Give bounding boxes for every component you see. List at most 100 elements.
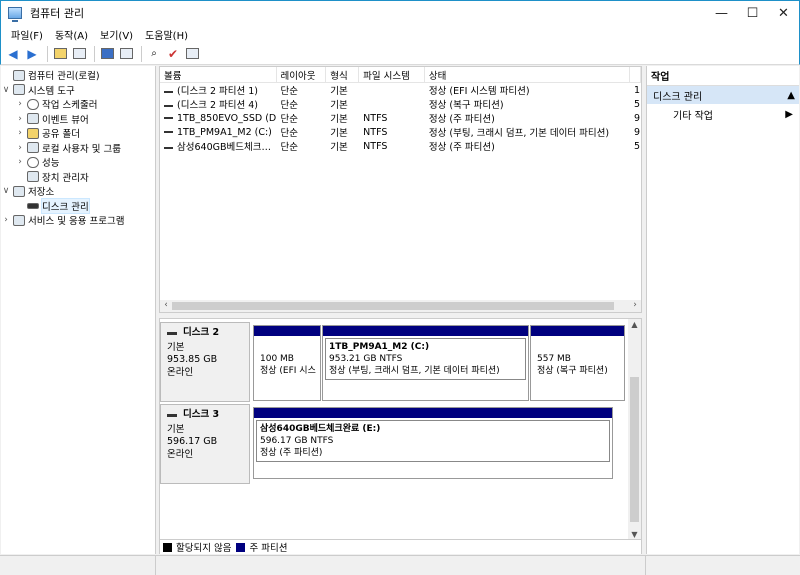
status-cell	[646, 556, 800, 575]
clock-icon	[27, 98, 39, 110]
forward-icon[interactable]: ▶	[24, 46, 40, 62]
partition-e[interactable]: 삼성640GB베드체크완료 (E:) 596.17 GB NTFS 정상 (주 파티…	[253, 407, 613, 479]
table-row[interactable]: 삼성640GB베드체크… 단순 기본 NTFS 정상 (주 파티션) 5	[160, 139, 641, 153]
legend-primary-swatch	[236, 542, 246, 552]
collapse-arrow-icon[interactable]: ›	[15, 114, 25, 124]
back-icon[interactable]: ◀	[5, 46, 21, 62]
column-volume[interactable]: 볼륨	[160, 67, 277, 82]
scroll-down-icon[interactable]: ▼	[628, 530, 641, 539]
checklist-icon[interactable]: ✔	[165, 46, 181, 62]
volume-icon	[164, 90, 173, 93]
disk-2-label[interactable]: 디스크 2 기본 953.85 GB 온라인	[160, 322, 250, 402]
partition-recovery[interactable]: 557 MB 정상 (복구 파티션)	[530, 325, 625, 401]
performance-icon	[27, 156, 39, 168]
show-hide-console-tree-icon[interactable]	[71, 46, 87, 62]
volume-list-header: 볼륨 레이아웃 형식 파일 시스템 상태	[160, 67, 641, 83]
disk-graph-view: 디스크 2 기본 953.85 GB 온라인 100 MB 정상 (EFI 시스 …	[159, 318, 642, 554]
volume-list: 볼륨 레이아웃 형식 파일 시스템 상태 (디스크 2 파티션 1) 단순 기본 정상…	[159, 66, 642, 313]
collapse-arrow-icon[interactable]: ›	[15, 128, 25, 138]
toolbar-divider	[94, 45, 95, 62]
status-cell	[156, 556, 646, 575]
minimize-button[interactable]: —	[706, 1, 737, 25]
legend-unallocated-label: 할당되지 않음	[176, 543, 232, 554]
vertical-scrollbar[interactable]: ▲ ▼	[628, 319, 641, 540]
toolbar-divider	[47, 45, 48, 62]
menu-file[interactable]: 파일(F)	[5, 27, 49, 42]
disk-view-icon[interactable]	[184, 46, 200, 62]
close-button[interactable]: ✕	[768, 1, 799, 25]
partition-efi[interactable]: 100 MB 정상 (EFI 시스	[253, 325, 321, 401]
volume-icon	[164, 131, 173, 133]
volume-icon	[164, 104, 173, 107]
legend-unallocated-swatch	[163, 542, 172, 552]
disk-3-label[interactable]: 디스크 3 기본 596.17 GB 온라인	[160, 404, 250, 484]
menu-help[interactable]: 도움말(H)	[139, 27, 194, 42]
up-folder-icon[interactable]	[52, 46, 68, 62]
shared-folder-icon	[27, 127, 39, 139]
event-viewer-icon	[27, 113, 39, 125]
column-type[interactable]: 형식	[326, 67, 360, 82]
menu-view[interactable]: 보기(V)	[94, 27, 139, 42]
disk-icon	[167, 413, 177, 417]
title-bar: 컴퓨터 관리 — ☐ ✕	[0, 0, 800, 25]
legend: 할당되지 않음 주 파티션	[160, 539, 641, 554]
column-file-system[interactable]: 파일 시스템	[359, 67, 425, 82]
scroll-up-icon[interactable]: ▲	[628, 320, 641, 329]
collapse-arrow-icon[interactable]: ›	[15, 143, 25, 153]
toolbar-divider	[141, 45, 142, 62]
column-layout[interactable]: 레이아웃	[277, 67, 327, 82]
table-row[interactable]: 1TB_850EVO_SSD (D:) 단순 기본 NTFS 정상 (주 파티션) 9	[160, 111, 641, 125]
column-status[interactable]: 상태	[425, 67, 631, 82]
storage-icon	[13, 185, 25, 197]
tree-event-viewer[interactable]: › 이벤트 뷰어	[1, 112, 155, 127]
status-bar	[0, 555, 800, 575]
expand-arrow-icon[interactable]: ∨	[1, 85, 11, 95]
device-manager-icon	[27, 171, 39, 183]
horizontal-scrollbar[interactable]: ‹ ›	[160, 300, 641, 312]
menu-action[interactable]: 동작(A)	[49, 27, 94, 42]
disk-icon	[27, 202, 39, 209]
partition-c[interactable]: 1TB_PM9A1_M2 (C:) 953.21 GB NTFS 정상 (부팅, 크…	[322, 325, 529, 401]
tree-disk-management[interactable]: 디스크 관리	[1, 197, 155, 214]
computer-management-icon	[8, 7, 22, 22]
help-icon[interactable]	[99, 46, 115, 62]
scrollbar-thumb[interactable]	[630, 377, 639, 522]
tree-performance[interactable]: › 성능	[1, 155, 155, 170]
column-capacity[interactable]	[630, 67, 641, 82]
collapse-arrow-icon[interactable]: ›	[15, 157, 25, 167]
actions-section-disk-management[interactable]: 디스크 관리 ▲	[647, 86, 799, 104]
table-row[interactable]: (디스크 2 파티션 1) 단순 기본 정상 (EFI 시스템 파티션) 1	[160, 83, 641, 97]
tree-task-scheduler[interactable]: › 작업 스케줄러	[1, 97, 155, 112]
maximize-button[interactable]: ☐	[737, 1, 768, 25]
console-tree: 컴퓨터 관리(로컬) ∨ 시스템 도구 › 작업 스케줄러 › 이벤트 뷰어 › 공유 …	[1, 66, 156, 554]
submenu-arrow-icon: ▶	[785, 108, 793, 120]
tree-system-tools[interactable]: ∨ 시스템 도구	[1, 83, 155, 98]
actions-pane: 작업 디스크 관리 ▲ 기타 작업 ▶	[646, 66, 799, 554]
legend-primary-label: 주 파티션	[249, 543, 288, 554]
connect-icon[interactable]: ⌕	[146, 46, 162, 62]
scrollbar-thumb[interactable]	[172, 302, 614, 310]
properties-icon[interactable]	[118, 46, 134, 62]
collapse-arrow-icon[interactable]: ›	[1, 215, 11, 225]
computer-icon	[13, 69, 25, 81]
tree-root[interactable]: 컴퓨터 관리(로컬)	[1, 68, 155, 83]
scroll-left-icon[interactable]: ‹	[160, 300, 172, 310]
menu-bar: 파일(F) 동작(A) 보기(V) 도움말(H)	[0, 25, 800, 43]
tree-services-apps[interactable]: › 서비스 및 응용 프로그램	[1, 213, 155, 228]
actions-header: 작업	[647, 66, 799, 86]
services-icon	[13, 214, 25, 226]
users-icon	[27, 142, 39, 154]
tree-local-users[interactable]: › 로컬 사용자 및 그룹	[1, 141, 155, 156]
collapse-up-icon[interactable]: ▲	[787, 90, 795, 101]
scroll-right-icon[interactable]: ›	[629, 300, 641, 310]
tree-shared-folders[interactable]: › 공유 폴더	[1, 126, 155, 141]
status-cell	[0, 556, 156, 575]
table-row[interactable]: (디스크 2 파티션 4) 단순 기본 정상 (복구 파티션) 5	[160, 97, 641, 111]
table-row[interactable]: 1TB_PM9A1_M2 (C:) 단순 기본 NTFS 정상 (부팅, 크래시 덤프,…	[160, 125, 641, 139]
expand-arrow-icon[interactable]: ∨	[1, 186, 11, 196]
tree-storage[interactable]: ∨ 저장소	[1, 184, 155, 199]
actions-more-item[interactable]: 기타 작업 ▶	[647, 104, 799, 124]
tree-device-manager[interactable]: 장치 관리자	[1, 170, 155, 185]
collapse-arrow-icon[interactable]: ›	[15, 99, 25, 109]
window-title: 컴퓨터 관리	[30, 7, 85, 20]
